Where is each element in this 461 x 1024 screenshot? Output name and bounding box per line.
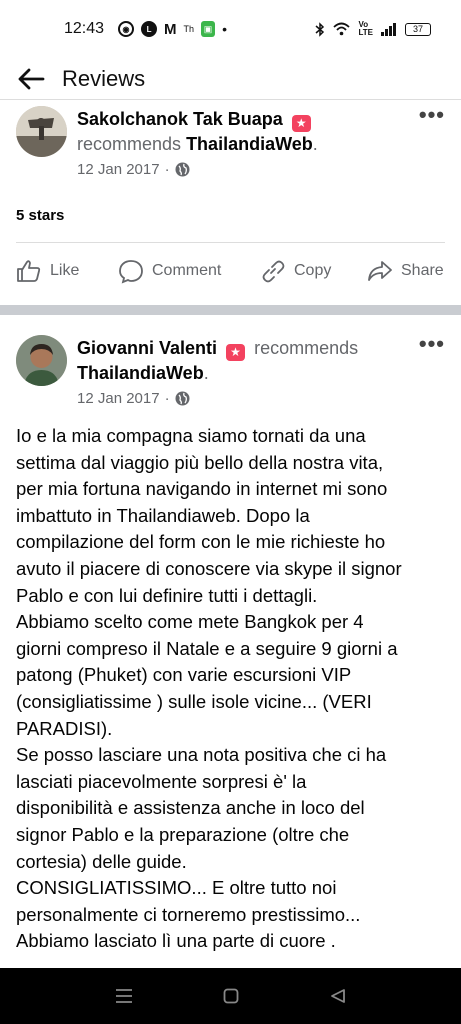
copy-label: Copy bbox=[294, 262, 332, 279]
volte-icon: Vo LTE bbox=[358, 20, 373, 37]
action-bar: Like Comment Copy Share bbox=[0, 246, 461, 296]
comment-button[interactable]: Comment bbox=[118, 259, 221, 284]
review-card: Sakolchanok Tak Buapa ★ recommends Thail… bbox=[0, 100, 461, 305]
menu-lines-icon bbox=[116, 989, 133, 1003]
gmail-icon: M bbox=[164, 20, 177, 38]
recommend-badge-icon: ★ bbox=[291, 115, 311, 132]
recent-apps-button[interactable] bbox=[115, 988, 133, 1004]
recommends-label: recommends bbox=[77, 134, 182, 154]
page-name[interactable]: ThailandiaWeb bbox=[186, 134, 313, 154]
page-title: Reviews bbox=[62, 66, 146, 91]
like-button[interactable]: Like bbox=[16, 259, 79, 283]
author-name[interactable]: Sakolchanok Tak Buapa bbox=[77, 109, 283, 129]
battery-icon: 37 bbox=[405, 22, 431, 36]
review-date: 12 Jan 2017 · bbox=[77, 390, 190, 407]
dot-icon: • bbox=[222, 21, 227, 37]
review-card: Giovanni Valenti ★ recommends Thailandia… bbox=[0, 315, 461, 975]
action-divider bbox=[16, 242, 445, 243]
status-time: 12:43 bbox=[64, 20, 105, 37]
share-label: Share bbox=[401, 262, 444, 279]
signal-icon bbox=[381, 22, 397, 36]
recommends-label: recommends bbox=[254, 338, 359, 358]
home-button[interactable] bbox=[223, 988, 239, 1004]
back-nav-button[interactable] bbox=[330, 988, 346, 1004]
share-button[interactable]: Share bbox=[367, 260, 444, 282]
line-icon: L bbox=[141, 21, 158, 37]
arrow-left-icon bbox=[18, 68, 45, 90]
link-icon bbox=[262, 260, 285, 283]
copy-button[interactable]: Copy bbox=[260, 258, 331, 284]
triangle-back-icon bbox=[330, 989, 345, 1003]
globe-icon bbox=[175, 391, 190, 406]
rating-text: 5 stars bbox=[16, 207, 65, 224]
page-name[interactable]: ThailandiaWeb bbox=[77, 363, 204, 383]
green-app-icon: ▣ bbox=[201, 21, 216, 37]
dropbox-style-icon: ◉ bbox=[118, 21, 135, 37]
author-name[interactable]: Giovanni Valenti bbox=[77, 338, 217, 358]
avatar[interactable] bbox=[16, 335, 67, 386]
date-text: 12 Jan 2017 bbox=[77, 161, 160, 178]
share-arrow-icon bbox=[368, 261, 392, 281]
thumbs-up-icon bbox=[17, 260, 41, 282]
thai-news-icon: Th bbox=[183, 24, 195, 34]
review-separator bbox=[0, 305, 461, 315]
more-options-button[interactable]: ••• bbox=[419, 104, 445, 126]
more-options-button[interactable]: ••• bbox=[419, 333, 445, 355]
status-bar: 12:43 ◉ L M Th ▣ • Vo LTE 37 bbox=[0, 0, 461, 58]
review-body: Io e la mia compagna siamo tornati da un… bbox=[16, 425, 402, 952]
wifi-icon bbox=[333, 22, 351, 36]
system-nav-bar bbox=[0, 968, 461, 1024]
avatar[interactable] bbox=[16, 106, 67, 157]
notification-icons: ◉ L M Th ▣ • bbox=[118, 21, 227, 38]
comment-label: Comment bbox=[152, 262, 222, 279]
comment-icon bbox=[119, 259, 143, 283]
bluetooth-icon bbox=[315, 21, 325, 37]
recommend-badge-icon: ★ bbox=[226, 344, 246, 361]
review-header: Sakolchanok Tak Buapa ★ recommends Thail… bbox=[77, 109, 318, 154]
back-button[interactable] bbox=[0, 58, 62, 100]
square-icon bbox=[224, 988, 239, 1004]
like-label: Like bbox=[50, 262, 80, 279]
review-header: Giovanni Valenti ★ recommends Thailandia… bbox=[77, 338, 359, 383]
date-text: 12 Jan 2017 bbox=[77, 390, 160, 407]
app-header: Reviews bbox=[0, 58, 461, 100]
globe-icon bbox=[175, 162, 190, 177]
review-date: 12 Jan 2017 · bbox=[77, 161, 190, 178]
